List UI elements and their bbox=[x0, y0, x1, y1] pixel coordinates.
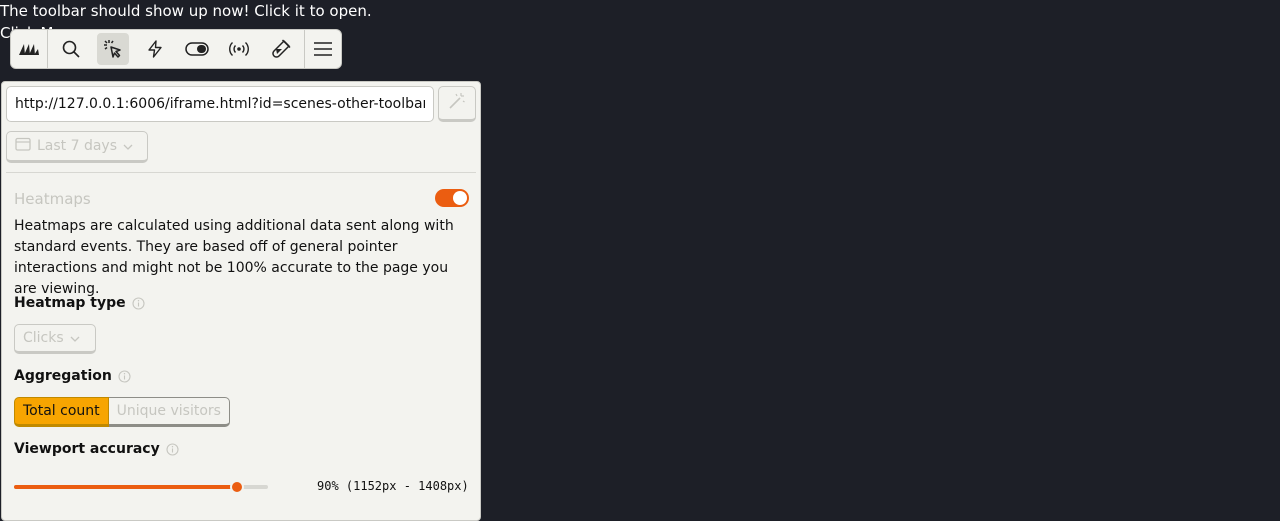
divider bbox=[6, 172, 476, 173]
info-icon[interactable] bbox=[132, 296, 145, 310]
heatmaps-title: Heatmaps bbox=[14, 190, 91, 208]
chevron-down-icon bbox=[70, 330, 80, 346]
heatmaps-toggle[interactable] bbox=[435, 189, 469, 207]
search-icon[interactable] bbox=[55, 33, 87, 65]
menu-icon[interactable] bbox=[304, 29, 341, 69]
aggregation-segmented-control: Total count Unique visitors bbox=[14, 397, 230, 427]
date-range-select[interactable]: Last 7 days bbox=[6, 131, 148, 163]
aggregation-option-total-count[interactable]: Total count bbox=[14, 397, 109, 427]
chevron-down-icon bbox=[123, 138, 133, 154]
wand-button[interactable] bbox=[438, 86, 476, 122]
aggregation-label-row: Aggregation bbox=[14, 368, 131, 384]
heatmap-panel: Last 7 days Heatmaps Heatmaps are calcul… bbox=[1, 81, 481, 521]
cursor-click-icon[interactable] bbox=[97, 33, 129, 65]
calendar-icon bbox=[15, 137, 31, 155]
viewport-label-row: Viewport accuracy bbox=[14, 441, 179, 457]
flask-icon[interactable] bbox=[265, 33, 297, 65]
heatmap-type-label: Heatmap type bbox=[14, 295, 126, 311]
viewport-accuracy-readout: 90% (1152px - 1408px) bbox=[317, 479, 469, 493]
info-icon[interactable] bbox=[118, 369, 131, 383]
hedgehog-logo-icon[interactable] bbox=[11, 29, 48, 69]
lightning-icon[interactable] bbox=[139, 33, 171, 65]
slider-thumb[interactable] bbox=[230, 480, 244, 494]
page-instruction-text: The toolbar should show up now! Click it… bbox=[0, 2, 372, 20]
slider-fill bbox=[14, 485, 237, 489]
aggregation-label: Aggregation bbox=[14, 368, 112, 384]
date-range-label: Last 7 days bbox=[37, 138, 118, 154]
heatmaps-description: Heatmaps are calculated using additional… bbox=[14, 218, 454, 297]
toolbar bbox=[10, 29, 342, 69]
broadcast-icon[interactable] bbox=[223, 33, 255, 65]
aggregation-option-unique-visitors[interactable]: Unique visitors bbox=[108, 397, 230, 427]
heatmap-type-label-row: Heatmap type bbox=[14, 295, 145, 311]
magic-wand-icon bbox=[448, 92, 466, 114]
url-input[interactable] bbox=[6, 86, 434, 122]
heatmap-type-value: Clicks bbox=[23, 330, 64, 346]
heatmap-type-select[interactable]: Clicks bbox=[14, 324, 96, 354]
toggle-icon[interactable] bbox=[181, 33, 213, 65]
viewport-accuracy-slider[interactable] bbox=[14, 480, 268, 494]
viewport-accuracy-label: Viewport accuracy bbox=[14, 441, 160, 457]
info-icon[interactable] bbox=[166, 442, 179, 456]
